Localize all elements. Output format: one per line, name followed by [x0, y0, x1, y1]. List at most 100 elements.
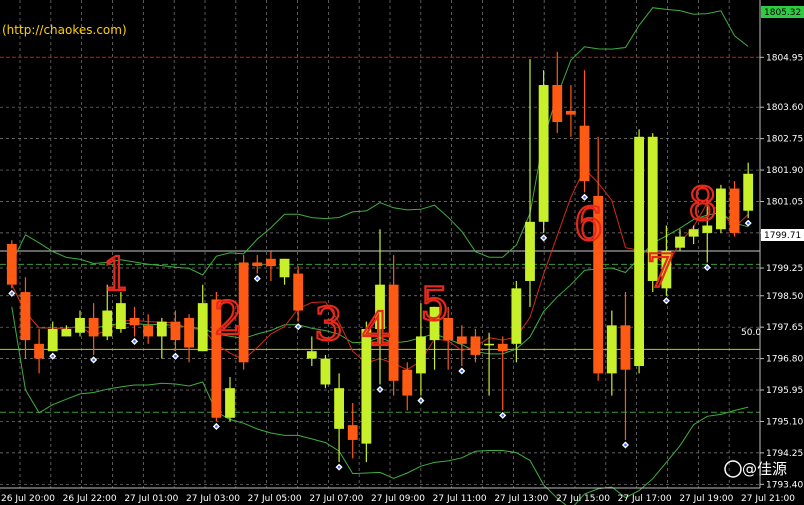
candle-body — [484, 343, 494, 346]
signal-dot — [215, 425, 218, 428]
candle-body — [61, 329, 72, 337]
signal-dot — [133, 340, 136, 343]
time-tick-label: 27 Jul 13:00 — [494, 494, 548, 504]
signal-dot — [705, 266, 709, 269]
candle-body — [566, 110, 576, 115]
price-tick-label: 1794.25 — [766, 449, 803, 459]
signal-dot — [51, 354, 55, 358]
candle-body — [75, 317, 85, 333]
wave-6: 6 — [574, 197, 603, 251]
candle-body — [743, 173, 754, 211]
bid-price-label: 1799.71 — [764, 231, 801, 241]
candle-body — [116, 303, 126, 330]
candle-body — [129, 317, 140, 326]
candle-body — [729, 188, 740, 233]
candle-body — [47, 329, 58, 352]
time-tick-label: 27 Jul 17:00 — [618, 494, 672, 504]
current-price-label: 1805.32 — [764, 8, 801, 18]
time-tick-label: 27 Jul 07:00 — [309, 494, 363, 504]
candle-body — [102, 310, 113, 337]
candle-body — [511, 288, 522, 344]
time-tick-label: 27 Jul 21:00 — [741, 494, 795, 504]
candle-body — [197, 303, 208, 352]
price-tick-label: 1796.80 — [766, 355, 803, 365]
signal-dot — [174, 354, 177, 358]
signal-dot — [10, 292, 14, 295]
time-tick-label: 27 Jul 11:00 — [433, 494, 487, 504]
price-axis: 1804.951803.601802.751801.901801.051800.… — [759, 0, 803, 490]
candle-body — [293, 273, 304, 311]
signal-dot — [460, 369, 464, 373]
candle-body — [170, 321, 181, 341]
candle-body — [347, 425, 358, 440]
candle-body — [279, 258, 290, 278]
time-tick-label: 26 Jul 20:00 — [1, 494, 55, 504]
time-tick-label: 27 Jul 05:00 — [248, 494, 302, 504]
signal-dot — [378, 388, 382, 391]
signal-dot — [665, 299, 668, 303]
candle-body — [88, 317, 99, 337]
candle-body — [266, 258, 276, 267]
candle-body — [552, 85, 563, 122]
candle-body — [716, 188, 726, 230]
signal-dot — [542, 236, 545, 240]
time-axis: 26 Jul 20:00 26 Jul 22:00 27 Jul 01:00 27 J… — [0, 487, 795, 504]
candle-body — [320, 358, 331, 385]
wave-1: 1 — [102, 247, 131, 301]
price-tick-label: 1802.75 — [766, 135, 803, 145]
price-tick-label: 1793.40 — [766, 480, 803, 490]
candle-body — [634, 136, 644, 366]
candle-body — [675, 236, 685, 248]
time-tick-label: 27 Jul 19:00 — [679, 494, 733, 504]
signal-dot — [337, 465, 341, 469]
candle-body — [525, 221, 535, 281]
wave-5: 5 — [420, 277, 449, 331]
price-tick-label: 1798.50 — [766, 292, 803, 302]
candle-body — [620, 325, 631, 370]
candle-body — [579, 125, 590, 182]
price-chart[interactable]: 1 2 3 4 5 6 7 8 1804.95 1803.60 1802.75 180… — [0, 0, 804, 505]
candle-body — [156, 321, 167, 337]
wave-8: 8 — [688, 177, 717, 231]
signal-dot — [624, 443, 627, 447]
candle-body — [402, 369, 413, 396]
signal-dot — [419, 399, 423, 402]
signal-dot — [296, 325, 300, 328]
svg-text:@佳源: @佳源 — [742, 460, 787, 478]
candle-body — [306, 351, 317, 359]
candle-body — [606, 325, 617, 374]
site-label: (http://chaokes.com) — [2, 23, 127, 37]
wave-4: 4 — [362, 302, 391, 356]
candle-body — [538, 85, 549, 222]
candle-body — [252, 262, 263, 267]
candle-body — [334, 388, 344, 429]
price-tick-label: 1795.95 — [766, 386, 803, 396]
signal-dot — [746, 221, 750, 225]
price-tick-label: 1801.90 — [766, 166, 803, 176]
candle-body — [34, 343, 44, 359]
candle-body — [456, 336, 467, 344]
wave-2: 2 — [214, 291, 243, 345]
wave-3: 3 — [314, 297, 343, 351]
price-tick-label: 1795.10 — [766, 417, 803, 427]
time-tick-label: 27 Jul 09:00 — [371, 494, 425, 504]
time-tick-label: 26 Jul 22:00 — [63, 494, 117, 504]
candle-body — [497, 343, 508, 352]
price-tick-label: 1801.05 — [766, 197, 803, 207]
price-tick-label: 1799.25 — [766, 264, 803, 274]
signal-dot — [255, 277, 259, 280]
weibo-icon — [724, 460, 742, 478]
candle-body — [20, 292, 31, 341]
candle-body — [225, 388, 235, 418]
price-tick-label: 1797.65 — [766, 323, 803, 333]
signal-dot — [92, 358, 95, 362]
signal-dot — [501, 414, 505, 417]
candle-body — [143, 325, 154, 337]
wave-7: 7 — [646, 244, 675, 298]
watermark: @佳源 — [724, 460, 787, 478]
candle-body — [470, 336, 481, 355]
candle-body — [184, 317, 194, 348]
fib-label: 50.0 — [741, 328, 761, 338]
price-tick-label: 1804.95 — [766, 53, 803, 63]
time-tick-label: 27 Jul 01:00 — [124, 494, 178, 504]
